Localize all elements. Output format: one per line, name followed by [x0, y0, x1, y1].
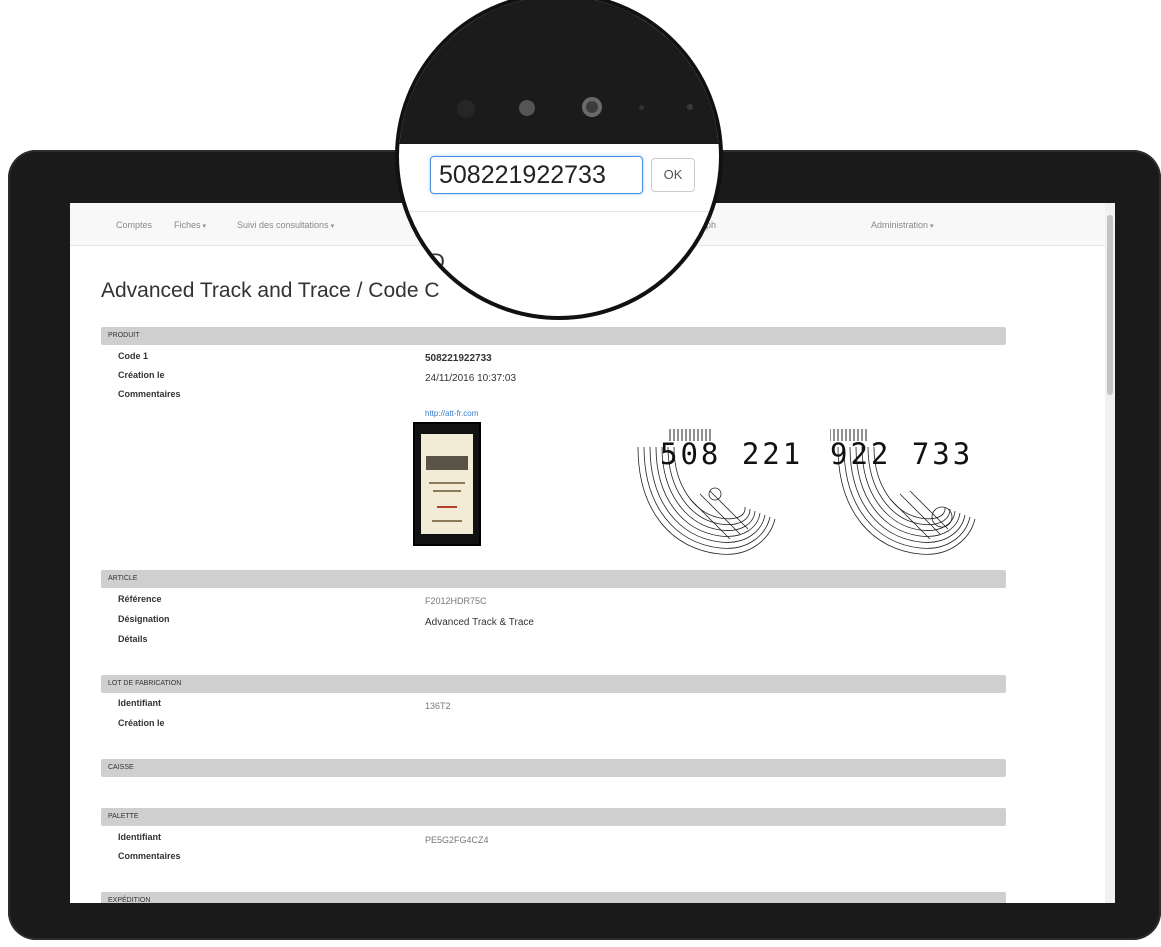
palette-identifiant-value: PE5G2FG4CZ4 [425, 835, 489, 845]
section-caisse: Caisse [101, 759, 1006, 777]
section-expedition: Expédition [101, 892, 1006, 903]
navbar-divider [399, 211, 719, 212]
nav-suivi-label: Suivi des consultations [237, 220, 329, 230]
product-link[interactable]: http://att-fr.com [425, 409, 478, 418]
camera-icon [582, 97, 602, 117]
nav-fiches[interactable]: Fiches ▾ [174, 220, 206, 230]
magnifier-callout: 508221922733 OK D [395, 0, 723, 320]
ok-button[interactable]: OK [651, 158, 695, 192]
sensor-icon [457, 100, 475, 118]
tablet-bezel-zoom [399, 0, 719, 144]
section-article: Article [101, 570, 1006, 588]
wine-label-image [413, 422, 481, 546]
page-title: Advanced Track and Trace / Code C [101, 279, 440, 302]
designation-value: Advanced Track & Trace [425, 617, 534, 628]
wine-label [421, 434, 473, 534]
nav-suivi-consultations[interactable]: Suivi des consultations ▾ [237, 220, 334, 230]
page-title-fragment-glyph: D [429, 249, 445, 274]
sensor-icon [639, 105, 644, 110]
vertical-scrollbar[interactable] [1105, 203, 1115, 903]
code-digits-1: 508 221 [660, 437, 804, 471]
chevron-down-icon: ▾ [202, 223, 207, 230]
chevron-down-icon: ▾ [330, 223, 335, 230]
section-lot-fabrication: Lot de fabrication [101, 675, 1006, 693]
chevron-down-icon: ▾ [930, 223, 934, 230]
section-palette: Palette [101, 808, 1006, 826]
chateau-drawing [426, 456, 468, 470]
palette-comments-label: Commentaires [118, 851, 181, 861]
lot-creation-label: Création le [118, 718, 165, 728]
lot-identifiant-label: Identifiant [118, 698, 161, 708]
lot-identifiant-value: 136T2 [425, 701, 451, 711]
nav-administration[interactable]: Administration ▾ [871, 220, 934, 230]
nav-comptes[interactable]: Comptes [116, 220, 152, 230]
designation-label: Désignation [118, 614, 170, 624]
label-text-line [433, 490, 461, 492]
creation-label: Création le [118, 370, 165, 380]
section-produit: Produit [101, 327, 1006, 345]
code-digits-2: 922 733 [830, 437, 974, 471]
label-text-line [437, 506, 457, 508]
palette-identifiant-label: Identifiant [118, 832, 161, 842]
code-label: Code 1 [118, 351, 149, 361]
label-text-line [432, 520, 462, 522]
sensor-icon [519, 100, 535, 116]
details-label: Détails [118, 634, 148, 644]
comments-label: Commentaires [118, 389, 181, 399]
scrollbar-thumb[interactable] [1107, 215, 1113, 395]
sensor-icon [687, 104, 693, 110]
nav-administration-label: Administration [871, 220, 929, 230]
code-search-input[interactable]: 508221922733 [430, 156, 643, 194]
creation-value: 24/11/2016 10:37:03 [425, 373, 517, 384]
code-value: 508221922733 [425, 353, 492, 364]
reference-label: Référence [118, 594, 162, 604]
nav-fiches-label: Fiches [174, 220, 201, 230]
label-text-line [429, 482, 465, 484]
reference-value: F2012HDR75C [425, 596, 487, 606]
